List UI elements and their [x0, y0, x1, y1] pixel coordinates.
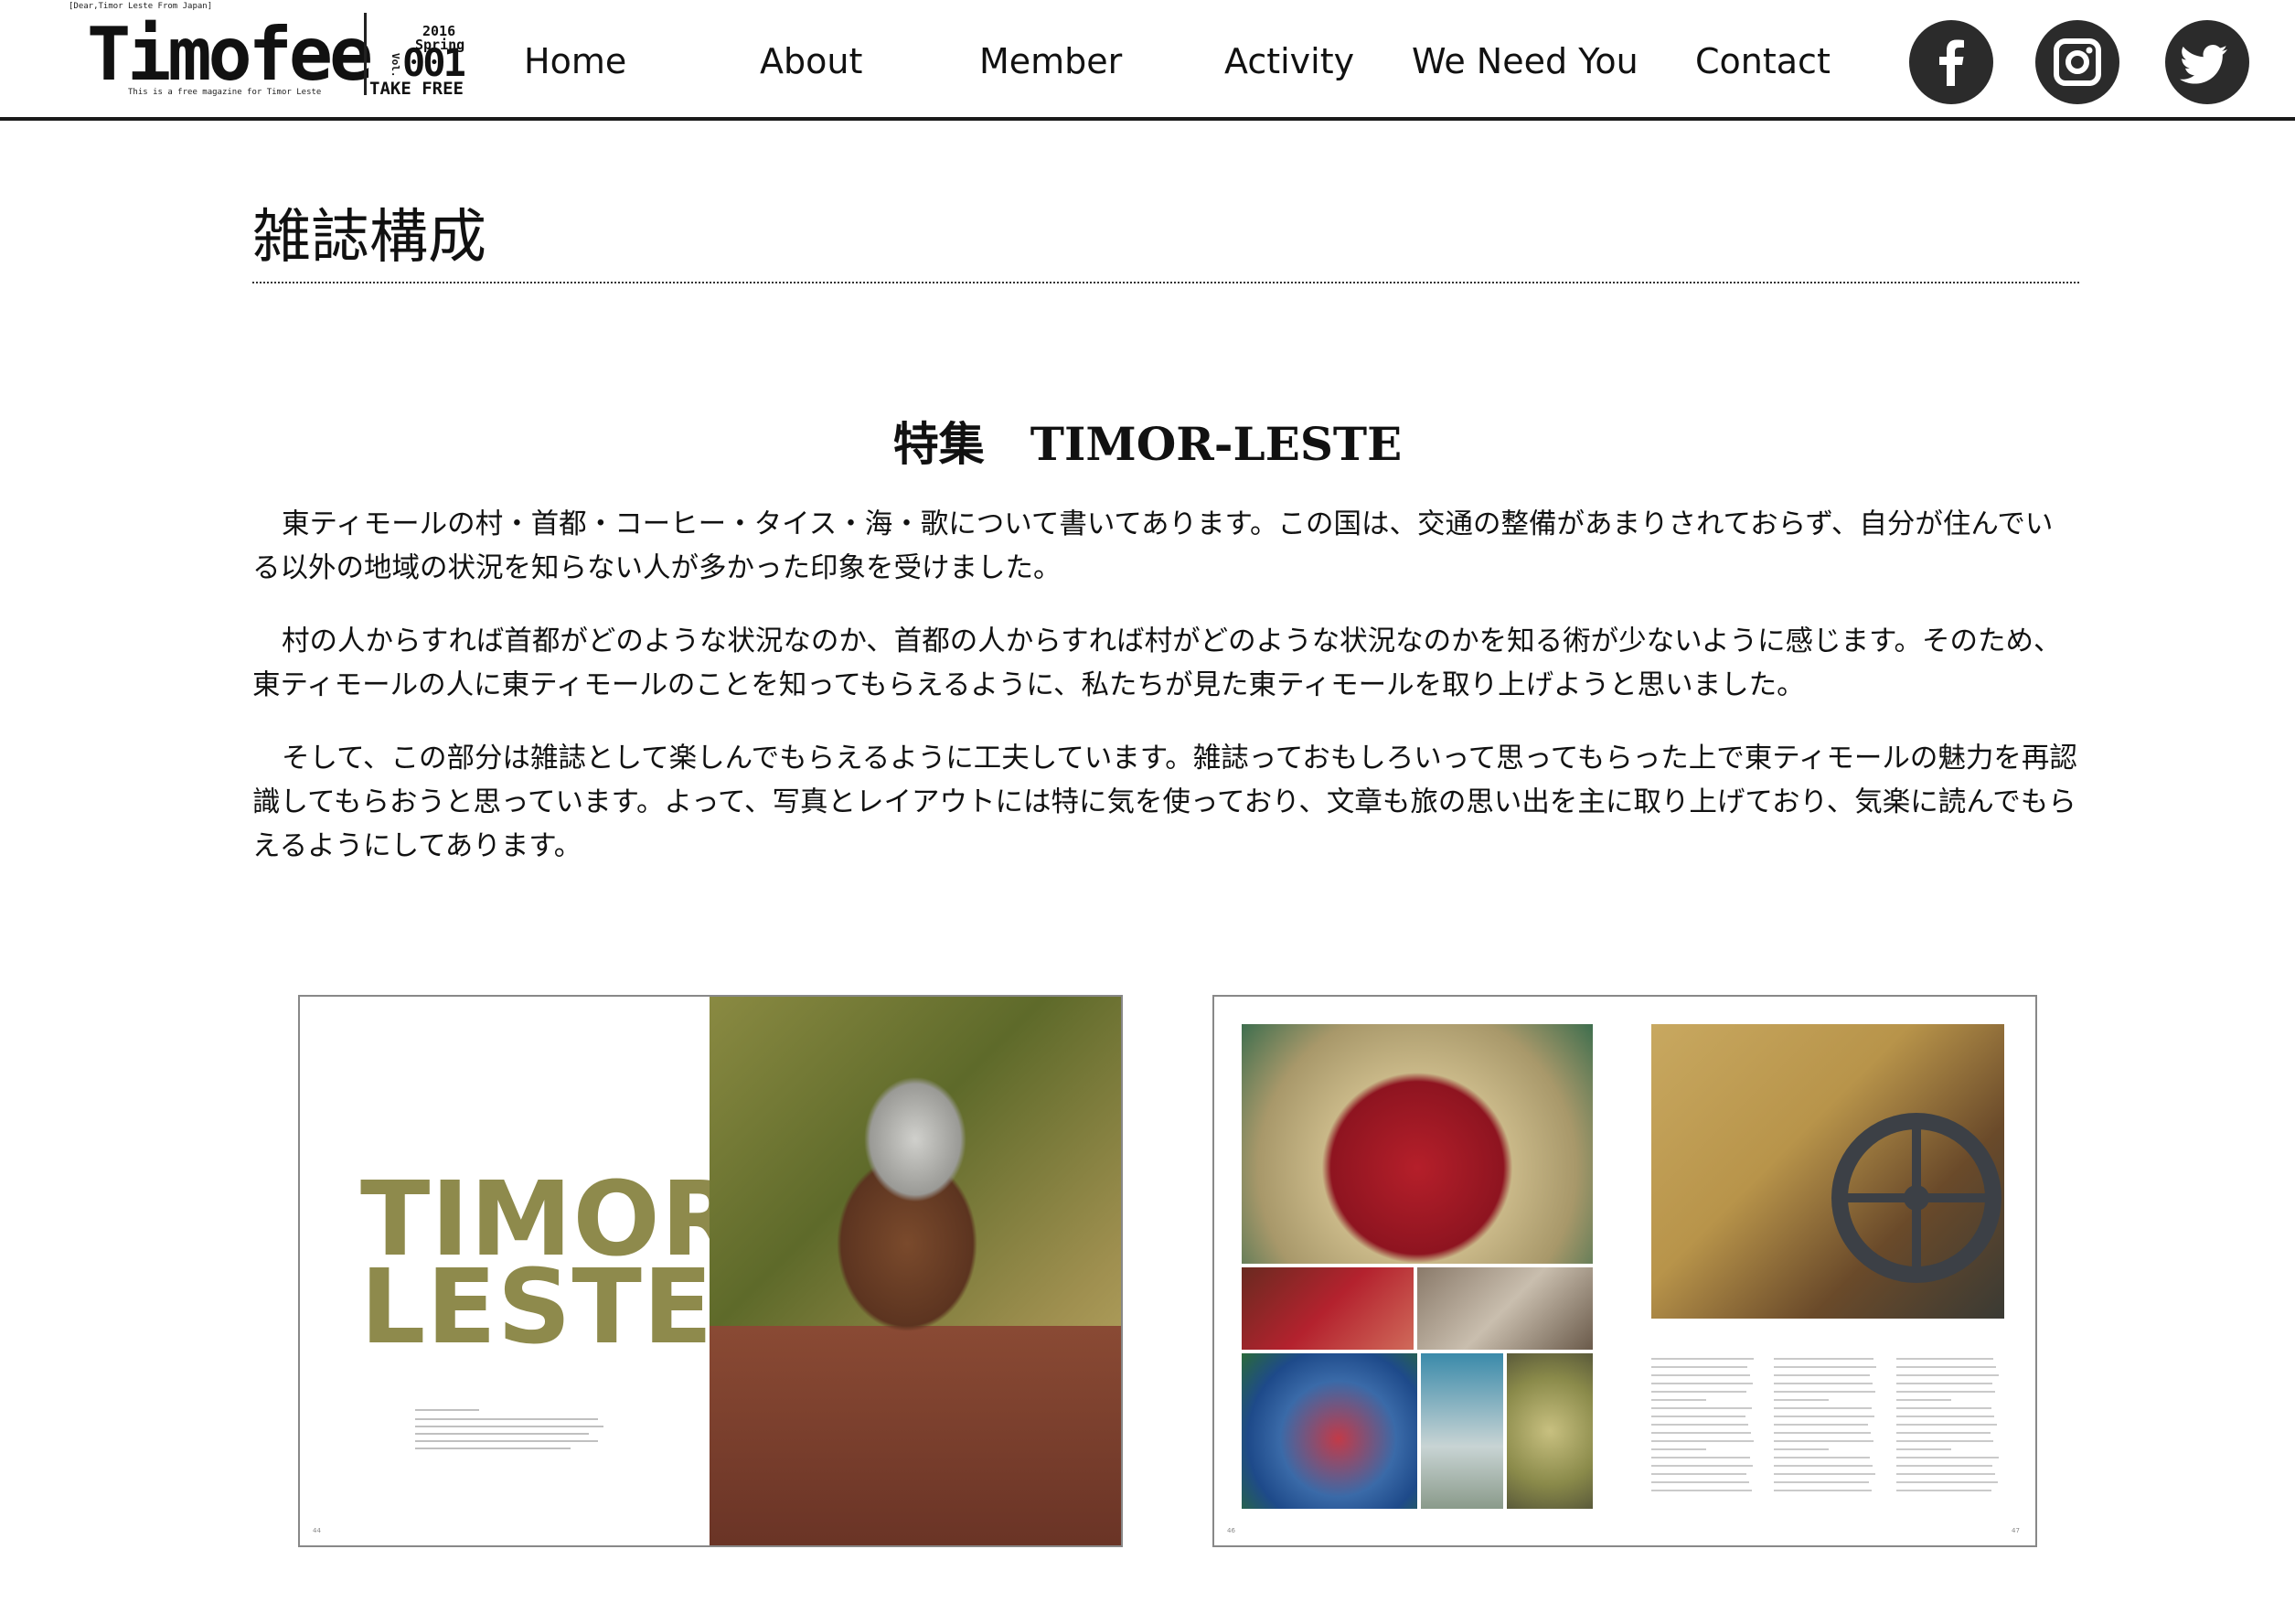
page-title: 雑誌構成 [252, 204, 486, 272]
coffee-bucket-photo [1421, 1353, 1503, 1509]
instagram-icon[interactable] [2035, 20, 2119, 104]
nav-activity[interactable]: Activity [1224, 40, 1354, 82]
nav-we-need-you[interactable]: We Need You [1412, 40, 1639, 82]
cover-title: TIMOR LESTE [360, 1160, 741, 1367]
coffee-sorting-photo [1242, 1267, 1414, 1350]
twitter-icon[interactable] [2165, 20, 2249, 104]
facebook-icon[interactable] [1909, 20, 1993, 104]
article-column-3 [1896, 1358, 1999, 1491]
logo[interactable]: [Dear,Timor Leste From Japan] Timofee Th… [0, 0, 475, 117]
logo-wordmark: Timofee [87, 12, 373, 97]
title-divider [252, 282, 2079, 283]
paragraph-1: 東ティモールの村・首都・コーヒー・タイス・海・歌について書いてあります。この国は… [252, 508, 2054, 584]
page-number-left: 44 [313, 1527, 321, 1534]
magazine-spread-coffee: 46 47 [1212, 995, 2037, 1547]
caption-text-block [415, 1409, 603, 1449]
nav-member[interactable]: Member [979, 40, 1122, 82]
coffee-cherries-photo [1242, 1024, 1593, 1264]
logo-tagline-bottom: This is a free magazine for Timor Leste [128, 88, 322, 97]
article-column-1 [1651, 1358, 1754, 1491]
paragraph-3: そして、この部分は雑誌として楽しんでもらえるように工夫しています。雑誌っておもし… [252, 743, 2077, 862]
site-header: [Dear,Timor Leste From Japan] Timofee Th… [0, 0, 2295, 121]
logo-divider [364, 13, 367, 95]
take-free-label: TAKE FREE [369, 79, 464, 99]
coffee-pulper-photo [1651, 1024, 2004, 1319]
coffee-hands-photo [1417, 1267, 1593, 1350]
page-number-left: 46 [1227, 1527, 1235, 1534]
pulper-wheel-graphic [1831, 1113, 2001, 1283]
coffee-beans-photo [1507, 1353, 1593, 1509]
section-heading: 特集 TIMOR-LESTE [892, 417, 1403, 471]
paragraph-2: 村の人からすれば首都がどのような状況なのか、首都の人からすれば村がどのような状況… [252, 625, 2062, 701]
issue-vol: Vol. [390, 53, 401, 78]
nav-about[interactable]: About [760, 40, 862, 82]
nav-contact[interactable]: Contact [1695, 40, 1831, 82]
coffee-water-tub-photo [1242, 1353, 1417, 1509]
nav-home[interactable]: Home [524, 40, 626, 82]
magazine-spread-cover: TIMOR LESTE 44 [298, 995, 1123, 1547]
farmer-portrait-photo [710, 997, 1121, 1545]
page-number-right: 47 [2012, 1527, 2020, 1534]
article-column-2 [1774, 1358, 1876, 1491]
